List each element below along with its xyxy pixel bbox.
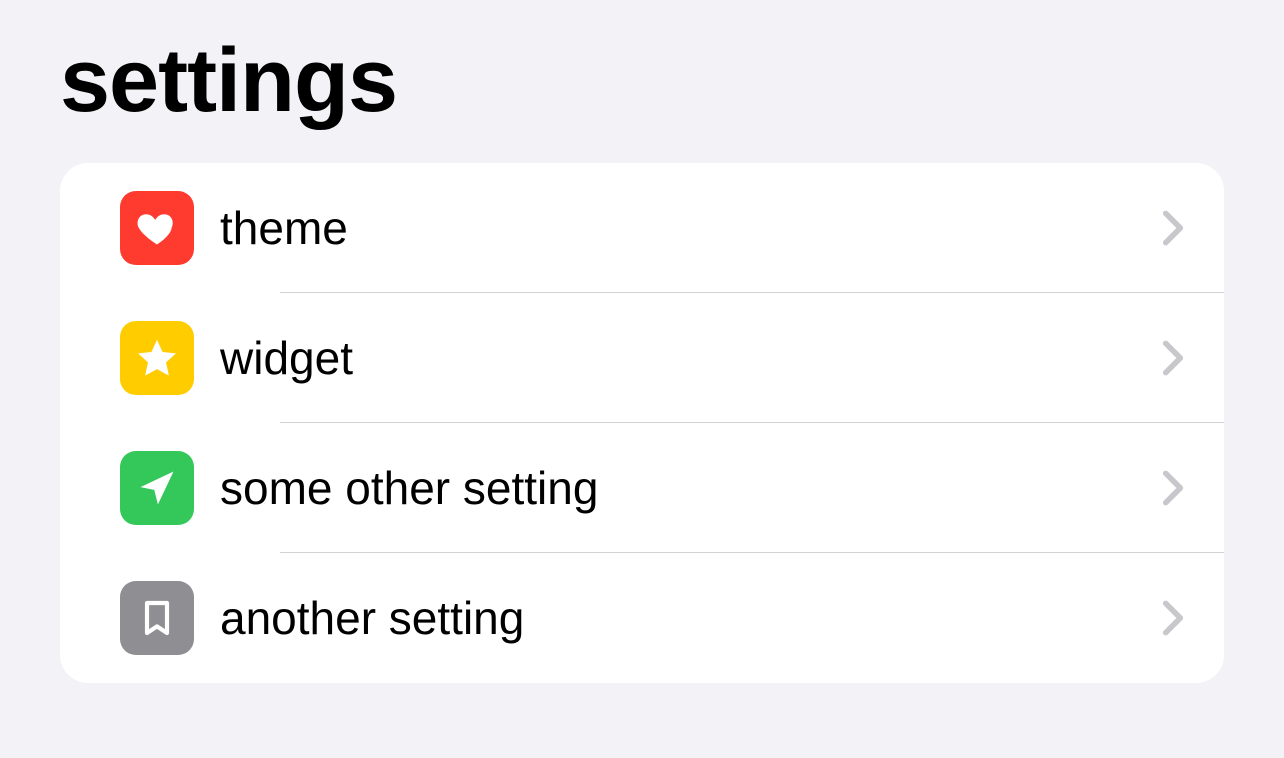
settings-row-label: some other setting <box>220 461 1162 515</box>
chevron-right-icon <box>1162 339 1184 377</box>
page-title: settings <box>60 30 1224 133</box>
settings-row-label: theme <box>220 201 1162 255</box>
settings-row-theme[interactable]: theme <box>60 163 1224 293</box>
settings-row-widget[interactable]: widget <box>60 293 1224 423</box>
settings-row-another-setting[interactable]: another setting <box>60 553 1224 683</box>
bookmark-icon <box>120 581 194 655</box>
settings-row-some-other-setting[interactable]: some other setting <box>60 423 1224 553</box>
chevron-right-icon <box>1162 209 1184 247</box>
chevron-right-icon <box>1162 469 1184 507</box>
star-icon <box>120 321 194 395</box>
location-arrow-icon <box>120 451 194 525</box>
settings-list: theme widget some other setting <box>60 163 1224 683</box>
heart-icon <box>120 191 194 265</box>
settings-row-label: widget <box>220 331 1162 385</box>
settings-row-label: another setting <box>220 591 1162 645</box>
chevron-right-icon <box>1162 599 1184 637</box>
